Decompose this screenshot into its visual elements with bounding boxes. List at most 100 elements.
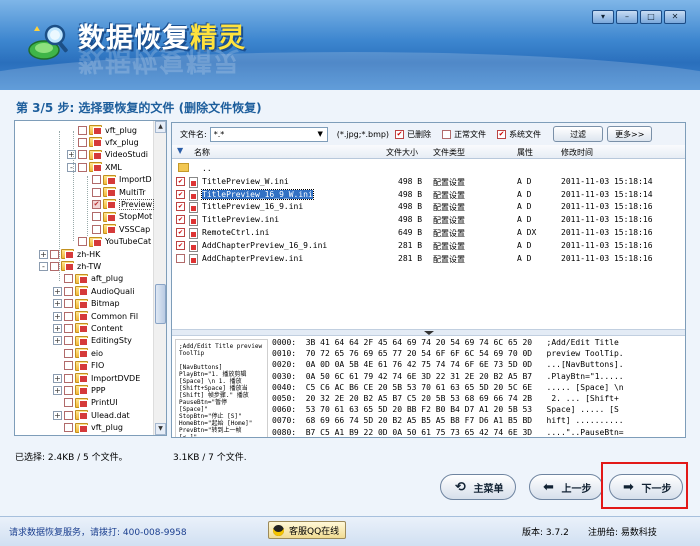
- tree-item-checkbox[interactable]: [64, 336, 73, 346]
- tree-item-checkbox[interactable]: [78, 125, 87, 135]
- expand-icon[interactable]: +: [53, 323, 62, 333]
- file-checkbox[interactable]: ✔: [176, 189, 185, 199]
- qq-support-button[interactable]: 客服QQ在线: [268, 521, 347, 539]
- column-attributes[interactable]: 属性: [517, 147, 533, 158]
- tree-item-checkbox[interactable]: [64, 286, 73, 296]
- tree-item-checkbox[interactable]: [64, 423, 73, 433]
- main-menu-button[interactable]: ⟲ 主菜单: [440, 474, 516, 500]
- scroll-up-arrow-icon[interactable]: ▲: [155, 121, 166, 133]
- expand-icon[interactable]: +: [53, 299, 62, 309]
- expand-icon[interactable]: +: [67, 150, 76, 160]
- filter-button[interactable]: 过滤: [553, 126, 604, 142]
- tree-item[interactable]: FIO: [53, 360, 104, 372]
- tree-item-checkbox[interactable]: [78, 150, 87, 160]
- tree-item-checkbox[interactable]: [92, 187, 101, 197]
- tree-item-checkbox[interactable]: [64, 361, 73, 371]
- tree-item[interactable]: PrintUI: [53, 397, 118, 409]
- file-checkbox[interactable]: ✔: [176, 240, 185, 250]
- tree-item-checkbox[interactable]: [64, 373, 73, 383]
- folder-tree[interactable]: ▲ ▼ vft_plug vfx_plug + VideoStudi - XML Impor…: [14, 120, 167, 436]
- expand-icon[interactable]: +: [39, 249, 48, 259]
- tree-item[interactable]: ImportD: [81, 174, 152, 186]
- expand-icon[interactable]: +: [53, 373, 62, 383]
- tree-item[interactable]: eio: [53, 347, 103, 359]
- file-row[interactable]: ✔ TitlePreview_16_9_W.ini 498 B 配置设置 A D 2011…: [172, 188, 685, 201]
- tree-item[interactable]: ✔ Preview: [81, 198, 155, 210]
- tree-item-checkbox[interactable]: [50, 249, 59, 259]
- normal-files-checkbox[interactable]: [442, 129, 452, 139]
- maximize-button[interactable]: □: [640, 10, 662, 24]
- file-row[interactable]: ✔ AddChapterPreview_16_9.ini 281 B 配置设置 A D 2…: [172, 239, 685, 252]
- close-button[interactable]: ✕: [664, 10, 686, 24]
- tree-item[interactable]: + EditingSty: [53, 335, 132, 347]
- column-size[interactable]: 文件大小: [386, 147, 418, 158]
- tree-scrollbar[interactable]: ▲ ▼: [153, 121, 166, 435]
- tree-item[interactable]: + AudioQuali: [53, 285, 134, 297]
- expand-icon[interactable]: +: [53, 286, 62, 296]
- expand-icon[interactable]: +: [53, 385, 62, 395]
- sort-arrow-icon[interactable]: ▼: [177, 146, 183, 155]
- scroll-thumb[interactable]: [155, 284, 166, 324]
- collapse-icon[interactable]: -: [39, 261, 48, 271]
- tree-item-checkbox[interactable]: [92, 224, 101, 234]
- expand-icon[interactable]: +: [53, 410, 62, 420]
- file-checkbox[interactable]: ✔: [176, 228, 185, 237]
- tree-item[interactable]: - zh-TW: [39, 260, 101, 272]
- tree-item[interactable]: + Ulead.dat: [53, 409, 130, 421]
- tree-item-checkbox[interactable]: [50, 261, 59, 271]
- tree-item-checkbox[interactable]: [64, 410, 73, 420]
- file-checkbox[interactable]: ✔: [176, 176, 185, 186]
- tree-item-checkbox[interactable]: ✔: [92, 199, 101, 209]
- tree-item-checkbox[interactable]: [78, 237, 87, 247]
- expand-icon[interactable]: +: [53, 311, 62, 321]
- collapse-icon[interactable]: -: [67, 162, 76, 172]
- column-modified-time[interactable]: 修改时间: [561, 147, 593, 158]
- tree-item[interactable]: + VideoStudi: [67, 149, 148, 161]
- scroll-down-arrow-icon[interactable]: ▼: [155, 423, 166, 435]
- file-checkbox[interactable]: [176, 253, 185, 263]
- tree-item[interactable]: + Content: [53, 322, 123, 334]
- tree-item[interactable]: aft_plug: [53, 273, 123, 285]
- tree-item-checkbox[interactable]: [64, 385, 73, 395]
- tree-item-checkbox[interactable]: [78, 162, 87, 172]
- file-row[interactable]: ✔ RemoteCtrl.ini 649 B 配置设置 A DX 2011-11-03 1…: [172, 226, 685, 239]
- tree-item[interactable]: + ImportDVDE: [53, 372, 140, 384]
- column-name[interactable]: 名称: [194, 147, 210, 158]
- file-row[interactable]: ✔ TitlePreview.ini 498 B 配置设置 A D 2011-11-03 …: [172, 213, 685, 227]
- menu-dropdown-button[interactable]: ▾: [592, 10, 614, 24]
- system-files-checkbox[interactable]: ✔: [497, 129, 507, 139]
- tree-item-checkbox[interactable]: [64, 398, 73, 408]
- tree-item[interactable]: YouTubeCat: [67, 236, 151, 248]
- tree-item-checkbox[interactable]: [92, 212, 101, 222]
- tree-item[interactable]: + Common Fil: [53, 310, 138, 322]
- tree-item[interactable]: + PPP: [53, 384, 105, 396]
- more-button[interactable]: 更多>>: [607, 126, 653, 142]
- tree-item-checkbox[interactable]: [64, 323, 73, 333]
- tree-item[interactable]: vft_plug: [67, 124, 137, 136]
- file-row[interactable]: ✔ TitlePreview_W.ini 498 B 配置设置 A D 2011-11-0…: [172, 175, 685, 188]
- tree-item[interactable]: VSSCap: [81, 223, 150, 235]
- tree-item-checkbox[interactable]: [64, 348, 73, 358]
- tree-item[interactable]: vfx_plug: [67, 136, 139, 148]
- previous-step-button[interactable]: ⬅ 上一步: [529, 474, 603, 500]
- tree-item[interactable]: - XML: [67, 161, 122, 173]
- file-row[interactable]: ✔ TitlePreview_16_9.ini 498 B 配置设置 A D 2011-1…: [172, 200, 685, 214]
- chevron-down-icon[interactable]: ▼: [315, 129, 326, 140]
- tree-item[interactable]: MultiTr: [81, 186, 146, 198]
- tree-item-checkbox[interactable]: [92, 175, 101, 185]
- minimize-button[interactable]: –: [616, 10, 638, 24]
- panel-splitter[interactable]: [172, 329, 685, 336]
- file-row[interactable]: AddChapterPreview.ini 281 B 配置设置 A D 2011-11…: [172, 252, 685, 265]
- tree-item[interactable]: + zh-HK: [39, 248, 100, 260]
- file-row[interactable]: ..: [172, 162, 685, 175]
- tree-item-checkbox[interactable]: [64, 299, 73, 309]
- tree-item-checkbox[interactable]: [64, 311, 73, 321]
- filename-combo[interactable]: *.* ▼: [209, 126, 328, 142]
- file-checkbox[interactable]: ✔: [176, 215, 185, 225]
- tree-item[interactable]: vft_plug: [53, 422, 123, 434]
- file-checkbox[interactable]: ✔: [176, 202, 185, 212]
- column-type[interactable]: 文件类型: [433, 147, 465, 158]
- expand-icon[interactable]: +: [53, 336, 62, 346]
- tree-item-checkbox[interactable]: [78, 137, 87, 147]
- tree-item-checkbox[interactable]: [64, 274, 73, 284]
